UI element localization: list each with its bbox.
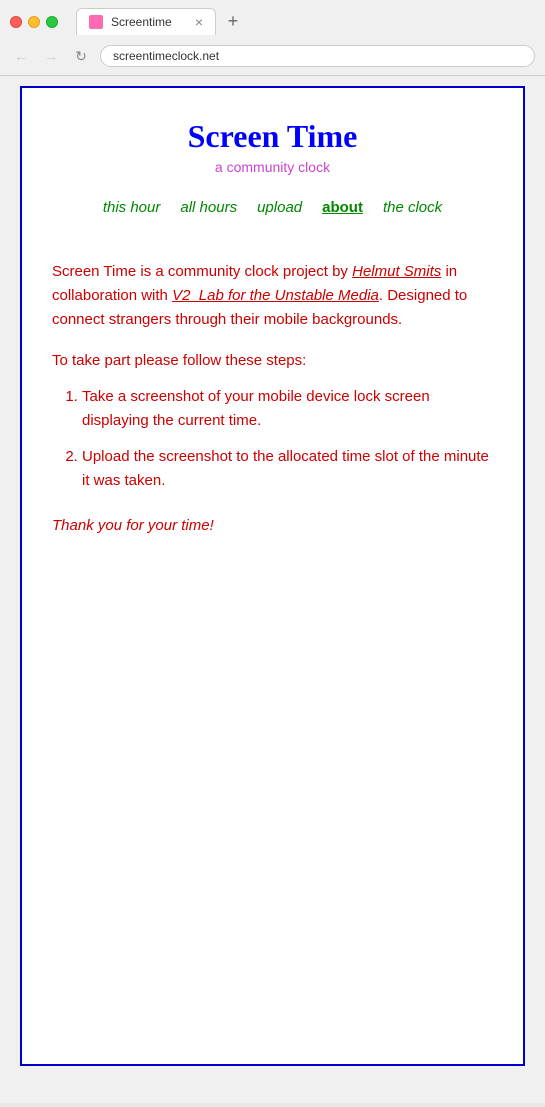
- page-content: Screen Time a community clock this hour …: [20, 86, 525, 1066]
- steps-intro: To take part please follow these steps:: [52, 352, 493, 369]
- main-nav: this hour all hours upload about the clo…: [52, 199, 493, 220]
- active-tab[interactable]: Screentime ×: [76, 8, 216, 35]
- step-1-text: Take a screenshot of your mobile device …: [82, 388, 430, 429]
- nav-this-hour[interactable]: this hour: [103, 199, 161, 216]
- site-title: Screen Time: [52, 118, 493, 155]
- tab-close-button[interactable]: ×: [195, 14, 203, 30]
- description-intro: Screen Time is a community clock project…: [52, 263, 352, 280]
- steps-list: Take a screenshot of your mobile device …: [52, 385, 493, 493]
- url-text: screentimeclock.net: [113, 49, 219, 63]
- new-tab-button[interactable]: +: [220, 9, 246, 35]
- author1-link[interactable]: Helmut Smits: [352, 263, 441, 280]
- back-button[interactable]: ←: [10, 45, 32, 67]
- nav-all-hours[interactable]: all hours: [180, 199, 237, 216]
- tab-bar: Screentime × +: [66, 8, 256, 35]
- forward-button[interactable]: →: [40, 45, 62, 67]
- nav-about[interactable]: about: [322, 199, 363, 216]
- browser-chrome: Screentime × + ← → ↻ screentimeclock.net: [0, 0, 545, 76]
- traffic-lights: [10, 16, 58, 28]
- refresh-button[interactable]: ↻: [70, 45, 92, 67]
- close-window-button[interactable]: [10, 16, 22, 28]
- content-area: Screen Time is a community clock project…: [52, 250, 493, 544]
- thank-you-message: Thank you for your time!: [52, 517, 493, 534]
- tab-title: Screentime: [111, 15, 172, 29]
- address-bar: ← → ↻ screentimeclock.net: [0, 41, 545, 75]
- nav-the-clock[interactable]: the clock: [383, 199, 442, 216]
- step-1: Take a screenshot of your mobile device …: [82, 385, 493, 433]
- site-subtitle: a community clock: [52, 159, 493, 175]
- page-wrapper: Screen Time a community clock this hour …: [0, 76, 545, 1103]
- step-2-text: Upload the screenshot to the allocated t…: [82, 448, 489, 489]
- step-2: Upload the screenshot to the allocated t…: [82, 445, 493, 493]
- nav-upload[interactable]: upload: [257, 199, 302, 216]
- minimize-window-button[interactable]: [28, 16, 40, 28]
- description-paragraph: Screen Time is a community clock project…: [52, 260, 493, 332]
- title-bar: Screentime × +: [0, 0, 545, 41]
- tab-favicon: [89, 15, 103, 29]
- maximize-window-button[interactable]: [46, 16, 58, 28]
- url-field[interactable]: screentimeclock.net: [100, 45, 535, 67]
- author2-link[interactable]: V2_Lab for the Unstable Media: [172, 287, 379, 304]
